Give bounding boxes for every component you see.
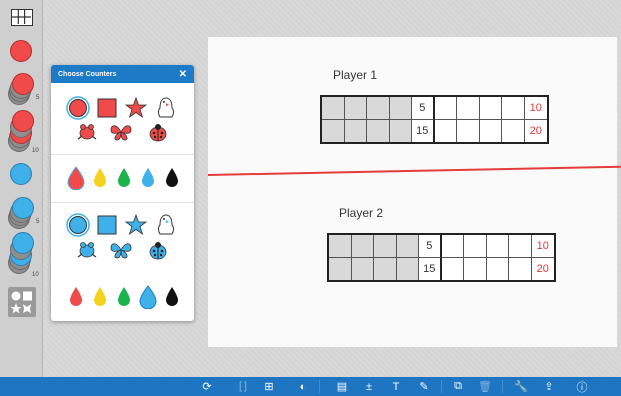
ten-frame-cell[interactable]: 15 (419, 257, 442, 280)
red-ladybird-counter-option[interactable] (147, 122, 169, 142)
ten-frame-cell[interactable] (502, 97, 525, 120)
ten-frame-cell[interactable] (367, 119, 390, 142)
player1-ten-frame[interactable]: 5 10 15 20 (320, 95, 549, 144)
ten-frame-cell[interactable] (464, 257, 487, 280)
blue-penguin-counter-option[interactable] (155, 213, 177, 237)
blue-drop-option (139, 285, 157, 309)
red-set-drop-row (67, 166, 178, 190)
blue-ladybird-counter-option[interactable] (147, 240, 169, 260)
pen-icon[interactable]: ✎ (413, 377, 435, 396)
ten-frame-cell[interactable] (441, 235, 464, 258)
ten-frame-cell[interactable] (486, 235, 509, 258)
red-butterfly-counter-option[interactable] (109, 122, 133, 142)
ten-frame-cell[interactable] (322, 119, 345, 142)
ten-frame-cell[interactable] (329, 257, 352, 280)
calculator-icon[interactable]: ± (358, 377, 380, 396)
player1-label: Player 1 (333, 68, 378, 82)
player2-ten-frame[interactable]: 5 10 15 20 (327, 233, 556, 282)
ten-frame-cell[interactable]: 10 (531, 235, 554, 258)
ten-frame-cell[interactable] (509, 235, 532, 258)
ten-frame-cell[interactable] (509, 257, 532, 280)
blue-frog-counter-option[interactable] (76, 240, 98, 260)
red-star-counter-option[interactable] (125, 97, 147, 119)
black-drop-option (166, 287, 178, 306)
ten-frame-cell[interactable]: 5 (419, 235, 442, 258)
ten-frame-cell[interactable] (351, 257, 374, 280)
choose-counters-popup: Choose Counters ✕ (51, 65, 194, 321)
trash-icon[interactable]: 🗑 (474, 377, 496, 396)
bottom-toolbar: ⟳ ⁅⁆ ⊞ ◐ ▤ ± T ✎ ⧉ 🗑 🔧 ⇪ ⓘ (0, 377, 621, 396)
red-stack-5-count: 5 (36, 95, 40, 101)
ten-frame-cell[interactable] (479, 97, 502, 120)
popup-header: Choose Counters ✕ (51, 65, 194, 83)
info-icon[interactable]: ⓘ (571, 377, 593, 396)
ten-frame-cell[interactable] (374, 257, 397, 280)
green-drop-option (118, 168, 130, 187)
red-drop-option (67, 166, 85, 190)
duplicate-icon[interactable]: ⧉ (447, 377, 469, 396)
blue-square-counter-option[interactable] (97, 215, 117, 235)
ten-frame-cell[interactable] (457, 97, 480, 120)
number-bracket-icon[interactable]: ⁅⁆ (232, 377, 254, 396)
wrench-icon[interactable]: 🔧 (510, 377, 532, 396)
close-icon[interactable]: ✕ (179, 69, 187, 80)
text-icon[interactable]: T (385, 377, 407, 396)
red-circle-counter-option[interactable] (66, 96, 90, 120)
ten-frame-cell[interactable]: 5 (412, 97, 435, 120)
green-drop-option (118, 287, 130, 306)
player2-label: Player 2 (339, 206, 384, 220)
red-square-counter-option[interactable] (97, 98, 117, 118)
red-frog-counter-option[interactable] (76, 122, 98, 142)
blue-stack-10-count: 10 (32, 272, 39, 278)
ten-frame-cell[interactable] (389, 97, 412, 120)
ten-frame-cell[interactable] (322, 97, 345, 120)
yellow-drop-option (94, 168, 106, 187)
ten-frame-cell[interactable] (457, 119, 480, 142)
ten-frame-cell[interactable] (480, 119, 502, 142)
ten-frame-cell[interactable] (396, 257, 419, 280)
black-drop-option (166, 168, 178, 187)
ten-frame-cell[interactable] (434, 97, 457, 120)
window-icon[interactable]: ▤ (331, 377, 353, 396)
grid-icon[interactable] (11, 9, 33, 26)
blue-star-counter-option[interactable] (125, 214, 147, 236)
ten-frame-cell[interactable] (502, 119, 525, 142)
ten-frame-cell[interactable]: 20 (532, 258, 555, 281)
ten-frame-cell[interactable] (329, 235, 352, 258)
blue-circle-counter-option[interactable] (66, 213, 90, 237)
ten-frame-cell[interactable] (487, 257, 509, 280)
ten-frame-cell[interactable]: 15 (412, 119, 435, 142)
share-icon[interactable]: ⇪ (538, 377, 560, 396)
work-board (208, 37, 617, 347)
counter-tool-rail: 5 10 5 10 (0, 0, 43, 377)
yellow-drop-option (94, 287, 106, 306)
refresh-icon[interactable]: ⟳ (196, 377, 218, 396)
blue-stack-5-count: 5 (36, 219, 40, 225)
shapes-icon[interactable] (8, 287, 36, 317)
red-stack-10-count: 10 (32, 148, 39, 154)
ten-frame-cell[interactable] (442, 257, 464, 280)
ten-frame-cell[interactable] (374, 235, 397, 258)
blue-set-drop-row (70, 285, 178, 309)
fill-icon[interactable]: ◐ (292, 377, 314, 396)
ten-frame-cell[interactable]: 10 (524, 97, 547, 120)
ten-frame-cell[interactable] (367, 97, 390, 120)
ten-frame-cell[interactable] (396, 235, 419, 258)
ten-frame-cell[interactable] (344, 97, 367, 120)
ten-frame-cell[interactable] (351, 235, 374, 258)
number-box-icon[interactable]: ⊞ (258, 377, 280, 396)
red-drop-option (70, 287, 82, 306)
popup-title: Choose Counters (58, 70, 117, 78)
red-penguin-counter-option[interactable] (155, 96, 177, 120)
ten-frame-cell[interactable] (344, 119, 367, 142)
ten-frame-cell[interactable] (435, 119, 457, 142)
blue-drop-option (142, 168, 154, 187)
ten-frame-cell[interactable] (389, 119, 412, 142)
ten-frame-cell[interactable] (464, 235, 487, 258)
blue-butterfly-counter-option[interactable] (109, 240, 133, 260)
ten-frame-cell[interactable]: 20 (525, 120, 548, 143)
